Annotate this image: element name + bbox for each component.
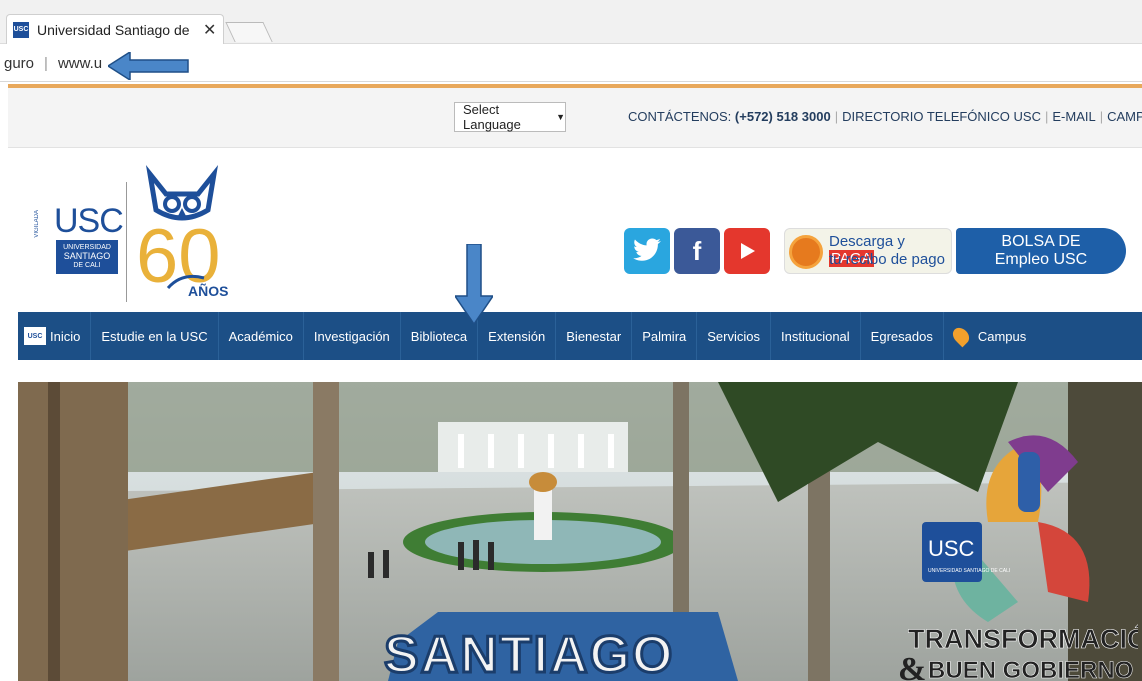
job-banner-line2: Empleo USC	[994, 251, 1088, 268]
new-tab-button[interactable]	[225, 22, 273, 42]
pay-banner-line2: tu recibo de pago	[829, 251, 945, 268]
home-icon: USC	[24, 327, 46, 345]
owl-icon	[145, 164, 219, 221]
nav-item-bienestar[interactable]: Bienestar	[556, 312, 633, 360]
map-pin-icon	[949, 324, 973, 348]
slogan-line1: TRANSFORMACIÓN	[908, 623, 1138, 654]
dropdown-arrow-icon: ▼	[556, 112, 565, 122]
pay-banner-text-a: Descarga y	[829, 233, 905, 250]
payment-icon	[789, 235, 823, 269]
close-tab-icon[interactable]: ✕	[203, 20, 216, 40]
job-board-banner[interactable]: BOLSA DE Empleo USC	[956, 228, 1126, 274]
annotation-arrow-left-icon	[108, 52, 189, 80]
campus-link[interactable]: CAMPUS	[1107, 109, 1142, 124]
logo-name-box: UNIVERSIDAD SANTIAGO DE CALI	[56, 240, 118, 274]
url-separator: |	[44, 54, 48, 72]
logo-acronym: USC	[54, 202, 124, 240]
campaign-seal: USC UNIVERSIDAD SANTIAGO DE CALI TRANSFO…	[898, 435, 1138, 681]
browser-tab[interactable]: USC Universidad Santiago de ✕	[6, 14, 224, 44]
vigilada-label: VIGILADA	[34, 210, 40, 238]
logo-divider	[126, 182, 127, 302]
slogan-line2: BUEN GOBIERNO	[928, 657, 1133, 681]
language-select[interactable]: Select Language ▼	[454, 102, 566, 132]
contact-label: CONTÁCTENOS:	[628, 109, 732, 124]
logo-name-line2: SANTIAGO	[63, 251, 111, 261]
security-label: guro	[4, 54, 35, 72]
facebook-icon[interactable]: f	[674, 228, 720, 274]
annotation-arrow-down-icon	[455, 244, 493, 324]
email-link[interactable]: E-MAIL	[1052, 109, 1095, 124]
ground-logo-text: SANTIAGO	[384, 626, 674, 681]
social-links: f	[624, 228, 770, 274]
nav-item-campus[interactable]: Campus	[944, 312, 1036, 360]
main-nav: USC Inicio Estudie en la USC Académico I…	[18, 312, 1142, 360]
anniversary-owl-logo: 60 AÑOS	[136, 164, 228, 299]
twitter-icon[interactable]	[624, 228, 670, 274]
seal-name: UNIVERSIDAD SANTIAGO DE CALI	[928, 568, 1010, 574]
slogan-amp: &	[898, 651, 926, 681]
nav-label: Inicio	[50, 328, 81, 344]
nav-item-academico[interactable]: Académico	[219, 312, 304, 360]
hero-banner[interactable]: USC UNIVERSIDAD SANTIAGO DE CALI TRANSFO…	[18, 382, 1142, 681]
tab-title: Universidad Santiago de	[37, 21, 190, 38]
nav-item-institucional[interactable]: Institucional	[771, 312, 861, 360]
nav-label: Campus	[977, 328, 1027, 344]
url-text[interactable]: www.u	[58, 55, 102, 72]
nav-item-servicios[interactable]: Servicios	[697, 312, 772, 360]
contact-phone: (+572) 518 3000	[734, 109, 831, 124]
contact-line: CONTÁCTENOS: (+572) 518 3000 | DIRECTORIO …	[628, 109, 1142, 124]
nav-item-egresados[interactable]: Egresados	[861, 312, 944, 360]
nav-item-investigacion[interactable]: Investigación	[304, 312, 401, 360]
nav-item-estudie[interactable]: Estudie en la USC	[91, 312, 219, 360]
utility-bar: Select Language ▼ CONTÁCTENOS: (+572) 51…	[8, 88, 1142, 148]
language-select-value: Select Language	[463, 102, 521, 132]
nav-item-palmira[interactable]: Palmira	[632, 312, 698, 360]
logo-name-line3: DE CALI	[73, 262, 101, 269]
usc-logo[interactable]: VIGILADA USC UNIVERSIDAD SANTIAGO DE CAL…	[34, 200, 124, 280]
ground-logo: SANTIAGO	[383, 625, 674, 681]
directory-link[interactable]: DIRECTORIO TELEFÓNICO USC	[842, 109, 1041, 124]
site-header: VIGILADA USC UNIVERSIDAD SANTIAGO DE CAL…	[18, 150, 1142, 312]
seal-acronym: USC	[928, 536, 975, 561]
favicon-icon: USC	[13, 21, 29, 38]
anniversary-word: AÑOS	[188, 282, 228, 299]
pay-receipt-banner[interactable]: Descarga y PAGA tu recibo de pago	[784, 228, 952, 274]
job-banner-line1: BOLSA DE	[1001, 233, 1081, 250]
youtube-icon[interactable]	[724, 228, 770, 274]
browser-tab-strip: USC Universidad Santiago de ✕	[0, 0, 1142, 44]
nav-item-inicio[interactable]: USC Inicio	[18, 312, 92, 360]
